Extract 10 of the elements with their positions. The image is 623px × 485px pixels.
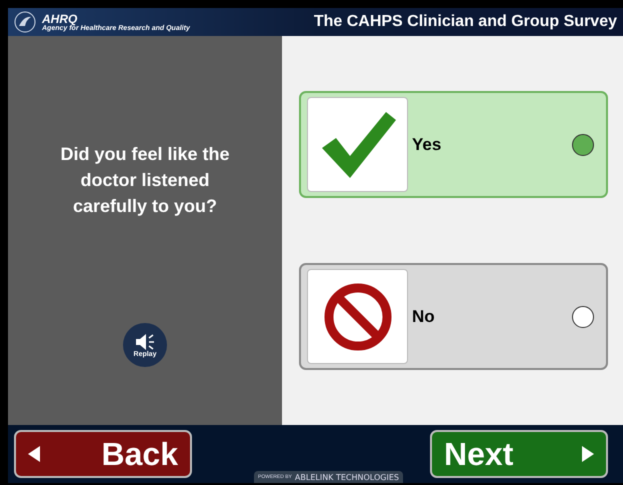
brand-text: ABLELINK TECHNOLOGIES <box>294 472 399 482</box>
question-text: Did you feel like the doctor listened carefully to you? <box>59 143 231 218</box>
answer-label: No <box>412 307 435 327</box>
logo-text: AHRQ <box>42 12 78 24</box>
answer-label: Yes <box>412 135 442 155</box>
back-button[interactable]: Back <box>14 430 192 478</box>
next-button[interactable]: Next <box>430 430 608 478</box>
survey-title: The CAHPS Clinician and Group Survey <box>314 13 617 31</box>
answer-option[interactable]: Yes <box>299 91 608 198</box>
answer-option[interactable]: No <box>299 263 608 370</box>
